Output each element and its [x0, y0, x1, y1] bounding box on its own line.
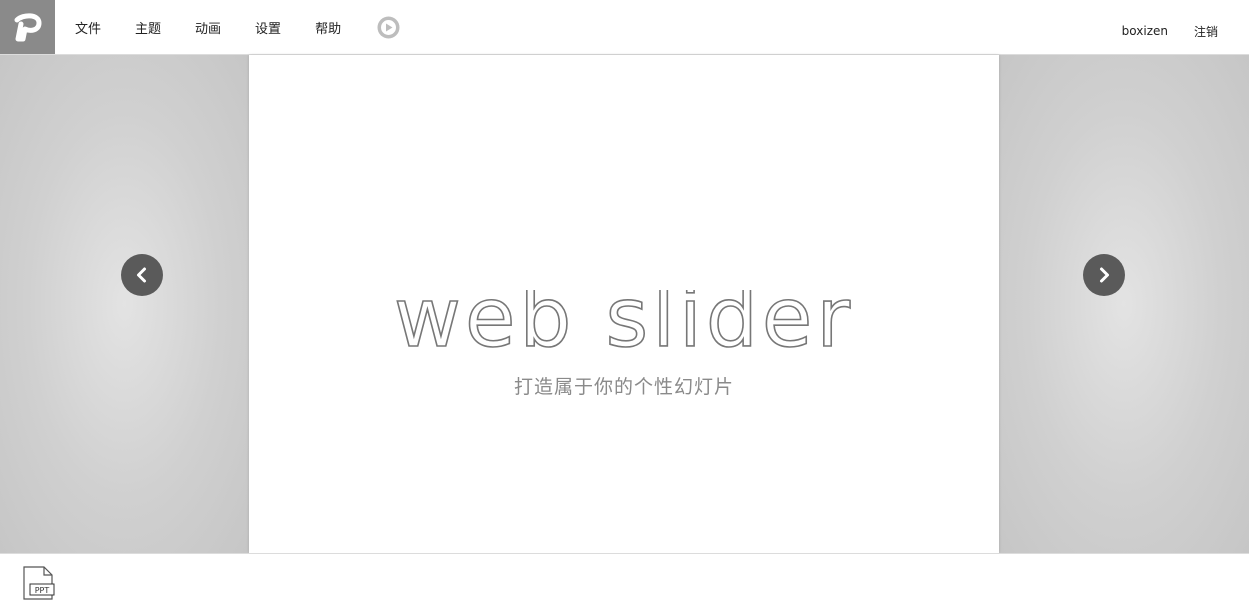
bottom-toolbar: PPT	[0, 553, 1249, 612]
slide-subtitle: 打造属于你的个性幻灯片	[513, 376, 734, 398]
chevron-left-icon	[137, 267, 146, 283]
ppt-label: PPT	[35, 586, 50, 595]
top-menu-bar: 文件 主题 动画 设置 帮助 boxizen 注销	[0, 0, 1249, 55]
stage-side-left	[0, 55, 249, 553]
menu-animation[interactable]: 动画	[195, 18, 221, 37]
logout-link[interactable]: 注销	[1194, 23, 1218, 40]
next-slide-button[interactable]	[1083, 254, 1125, 296]
menu-settings[interactable]: 设置	[255, 18, 281, 37]
ppt-file-icon: PPT	[23, 566, 55, 600]
play-icon	[377, 16, 400, 38]
menu-theme[interactable]: 主题	[135, 18, 161, 37]
stage-side-right	[999, 55, 1249, 553]
menu-help[interactable]: 帮助	[315, 18, 341, 37]
play-button[interactable]	[377, 16, 400, 39]
slide-title-text: web slider	[394, 290, 854, 360]
logo-icon	[14, 13, 41, 42]
user-area: boxizen 注销	[1122, 0, 1218, 62]
username-link[interactable]: boxizen	[1122, 24, 1168, 38]
prev-slide-button[interactable]	[121, 254, 163, 296]
chevron-right-icon	[1100, 267, 1109, 283]
menu-file[interactable]: 文件	[75, 18, 101, 37]
main-menu: 文件 主题 动画 设置 帮助	[75, 0, 400, 54]
slide-title: web slider	[249, 270, 999, 367]
app-logo[interactable]	[0, 0, 55, 54]
ppt-export-button[interactable]: PPT	[22, 565, 58, 601]
